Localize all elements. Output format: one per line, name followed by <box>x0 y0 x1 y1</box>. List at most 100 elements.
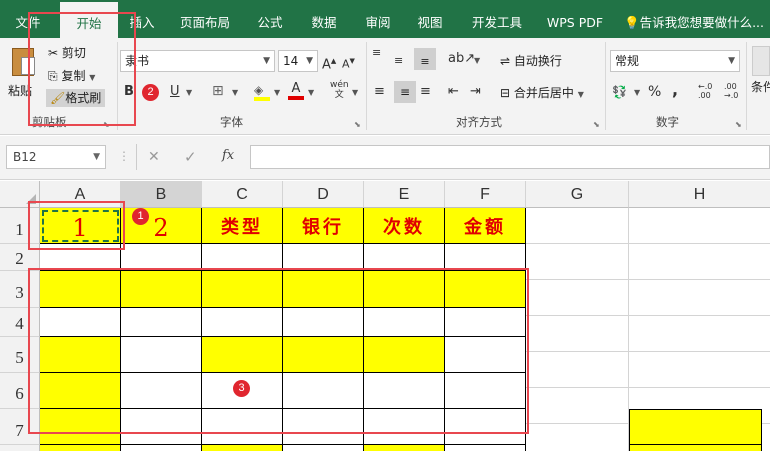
formula-input[interactable] <box>250 145 770 169</box>
grip-icon: ⋮ <box>118 149 130 163</box>
align-middle-icon[interactable]: ≡ <box>394 52 403 70</box>
comma-button[interactable]: , <box>672 81 678 99</box>
enter-icon[interactable]: ✓ <box>184 148 197 166</box>
column-header-b[interactable]: B <box>121 181 202 208</box>
number-format-select[interactable]: 常规 ▼ <box>610 50 740 72</box>
decrease-decimal-button[interactable]: .00 →.0 <box>724 82 738 100</box>
phonetic-guide-button[interactable]: wén 文 <box>330 80 349 100</box>
divider <box>605 42 606 130</box>
annotation-badge-3: 3 <box>233 380 250 397</box>
divider <box>366 42 367 130</box>
annotation-badge-1: 1 <box>132 208 149 225</box>
insert-function-icon[interactable]: fx <box>222 148 234 163</box>
percent-button[interactable]: % <box>648 83 661 101</box>
name-box[interactable]: B12 ▼ <box>6 145 106 169</box>
align-bottom-icon[interactable]: ≡ <box>414 48 436 70</box>
annotation-box-range <box>28 268 529 434</box>
increase-indent-icon[interactable]: ⇥ <box>470 83 481 101</box>
currency-icon[interactable]: 💱 <box>612 83 627 101</box>
wrap-text-icon: ⇌ <box>500 54 511 68</box>
chevron-down-icon[interactable]: ▼ <box>274 88 280 97</box>
cell-a8[interactable] <box>40 445 121 451</box>
annotation-badge-2: 2 <box>142 84 159 101</box>
cancel-icon[interactable]: ✕ <box>148 149 160 165</box>
cell-d1[interactable]: 银行 <box>283 208 364 244</box>
align-right-icon[interactable]: ≡ <box>420 83 431 101</box>
decrease-indent-icon[interactable]: ⇤ <box>448 83 459 101</box>
row-header-8[interactable] <box>0 445 40 451</box>
fill-color-button[interactable]: ◈ <box>254 83 270 101</box>
orientation-icon[interactable]: ab↗ <box>448 50 475 68</box>
column-header-e[interactable]: E <box>364 181 445 208</box>
align-left-icon[interactable]: ≡ <box>374 83 385 101</box>
merge-center-button[interactable]: ⊟ 合并后居中 ▼ <box>500 84 584 104</box>
tab-data[interactable]: 数据 <box>304 0 344 38</box>
chevron-down-icon[interactable]: ▼ <box>352 88 358 97</box>
font-color-button[interactable]: A <box>288 82 304 100</box>
cell-h7[interactable] <box>629 409 762 445</box>
tab-page-layout[interactable]: 页面布局 <box>172 0 238 38</box>
alignment-group-label: 对齐方式 <box>456 115 502 129</box>
font-name-select[interactable]: 隶书 ▼ <box>120 50 275 72</box>
chevron-down-icon: ▼ <box>263 56 270 66</box>
tab-review[interactable]: 审阅 <box>358 0 398 38</box>
wrap-text-button[interactable]: ⇌ 自动换行 <box>500 52 562 70</box>
cell-b8[interactable] <box>121 445 202 451</box>
cell-c1[interactable]: 类型 <box>202 208 283 244</box>
increase-decimal-button[interactable]: ←.0.00 <box>698 82 712 100</box>
cell-h8[interactable] <box>629 445 762 451</box>
chevron-down-icon: ▼ <box>728 56 735 66</box>
column-header-d[interactable]: D <box>283 181 364 208</box>
cell-d8[interactable] <box>283 445 364 451</box>
chevron-down-icon: ▼ <box>93 152 100 162</box>
align-center-icon[interactable]: ≡ <box>394 81 416 103</box>
font-group-label: 字体 <box>220 115 243 129</box>
cell-e1[interactable]: 次数 <box>364 208 445 244</box>
chevron-down-icon: ▼ <box>306 56 313 66</box>
column-header-g[interactable]: G <box>526 181 629 208</box>
number-group-label: 数字 <box>656 115 679 129</box>
cell-e8[interactable] <box>364 445 445 451</box>
column-header-f[interactable]: F <box>445 181 526 208</box>
annotation-box-ribbon <box>28 12 136 126</box>
chevron-down-icon[interactable]: ▼ <box>186 88 192 97</box>
lightbulb-icon: 💡 <box>624 15 640 30</box>
tab-wps-pdf[interactable]: WPS PDF <box>540 0 610 38</box>
decrease-font-icon[interactable]: A▼ <box>342 52 355 74</box>
divider <box>746 42 747 130</box>
tell-me-search[interactable]: 💡告诉我您想要做什么... <box>624 0 770 38</box>
annotation-box-a1 <box>28 201 125 250</box>
align-top-icon[interactable]: ≡ <box>372 47 381 58</box>
dialog-launcher-icon[interactable]: ⬊ <box>354 120 361 129</box>
chevron-down-icon[interactable]: ▼ <box>308 88 314 97</box>
cell-d2[interactable] <box>283 244 364 271</box>
worksheet-grid: A B C D E F G H 1 2 3 4 5 6 7 1 2 类型 银行 … <box>0 181 770 451</box>
cell-b2[interactable] <box>121 244 202 271</box>
cell-c2[interactable] <box>202 244 283 271</box>
dialog-launcher-icon[interactable]: ⬊ <box>735 120 742 129</box>
font-size-select[interactable]: 14 ▼ <box>278 50 318 72</box>
column-header-h[interactable]: H <box>629 181 770 208</box>
cell-e2[interactable] <box>364 244 445 271</box>
chevron-down-icon[interactable]: ▼ <box>474 56 480 65</box>
cell-f8[interactable] <box>445 445 526 451</box>
chevron-down-icon[interactable]: ▼ <box>634 88 640 97</box>
column-header-c[interactable]: C <box>202 181 283 208</box>
borders-icon[interactable]: ⊞ <box>212 82 224 100</box>
dialog-launcher-icon[interactable]: ⬊ <box>593 120 600 129</box>
cell-c8[interactable] <box>202 445 283 451</box>
tab-developer[interactable]: 开发工具 <box>464 0 530 38</box>
cell-f1[interactable]: 金额 <box>445 208 526 244</box>
conditional-format-icon[interactable] <box>752 46 770 76</box>
increase-font-icon[interactable]: A▲ <box>322 52 336 74</box>
conditional-format-button[interactable]: 条件 <box>751 78 770 96</box>
tab-view[interactable]: 视图 <box>410 0 450 38</box>
merge-icon: ⊟ <box>500 86 511 100</box>
paint-bucket-icon: ◈ <box>254 83 264 97</box>
divider <box>136 144 137 170</box>
underline-button[interactable]: U <box>170 83 180 101</box>
chevron-down-icon[interactable]: ▼ <box>232 88 238 97</box>
tab-formulas[interactable]: 公式 <box>250 0 290 38</box>
chevron-down-icon: ▼ <box>577 90 584 99</box>
cell-f2[interactable] <box>445 244 526 271</box>
